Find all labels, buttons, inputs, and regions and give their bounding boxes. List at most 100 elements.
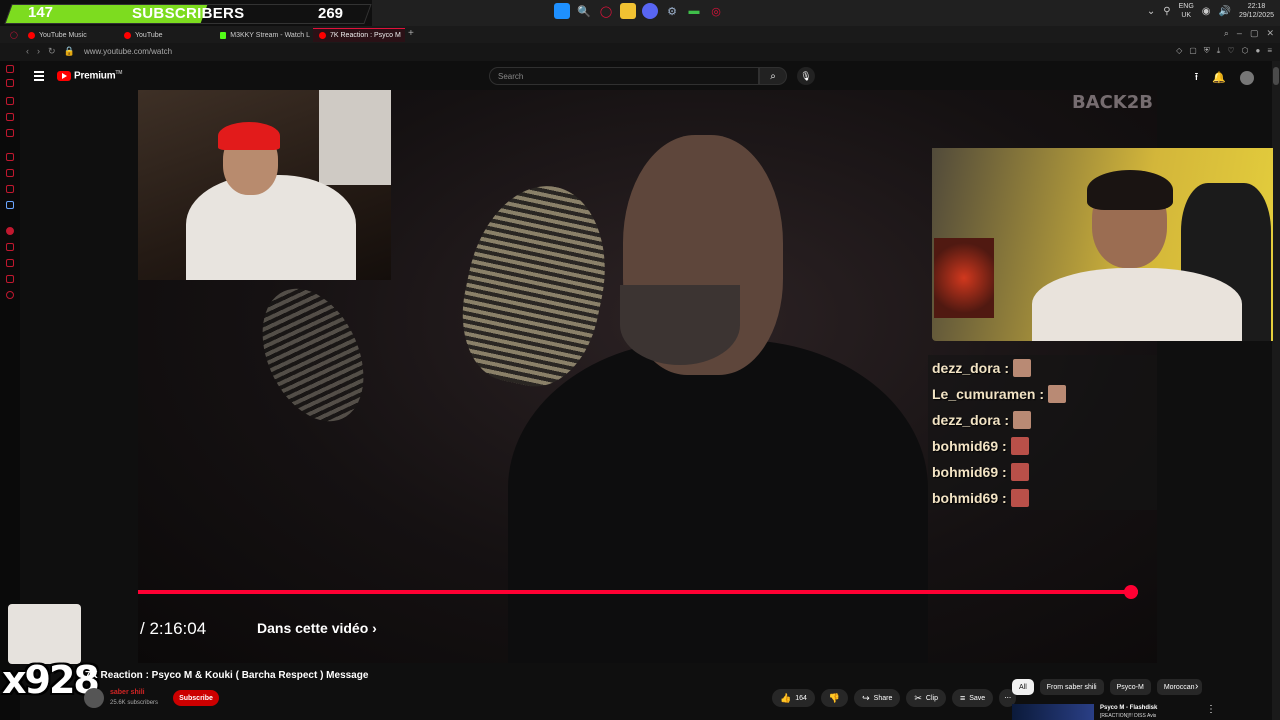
taskbar-apps: 🔍 ◯ ⚙ ▬ ◎ (554, 3, 724, 19)
voice-search-button[interactable]: 🎙 (797, 67, 815, 85)
new-tab-button[interactable]: + (408, 28, 414, 39)
url-field[interactable]: www.youtube.com/watch (84, 47, 172, 56)
profile-icon[interactable]: ● (1255, 46, 1260, 56)
sidebar-gx-control-icon[interactable] (6, 65, 14, 73)
steam-icon[interactable]: ⚙ (664, 3, 680, 19)
chevron-up-icon[interactable]: ⌄ (1147, 6, 1155, 17)
sidebar-record-icon[interactable] (6, 227, 14, 235)
facecam-right (932, 148, 1273, 341)
sidebar-flow-icon[interactable] (6, 275, 14, 283)
download-icon[interactable]: ⤓ (1217, 46, 1221, 56)
chat-message: Le_cumuramen : (928, 381, 1157, 407)
obs-icon[interactable]: ▬ (686, 3, 702, 19)
more-vert-icon[interactable]: ⋮ (1206, 704, 1216, 715)
search-input[interactable]: Search (489, 67, 759, 85)
opera-gx-icon[interactable]: ◎ (708, 3, 724, 19)
subscribe-button[interactable]: Subscribe (173, 690, 219, 706)
sidebar-messenger-icon[interactable] (6, 153, 14, 161)
bookmark-icon[interactable]: ◇ (1176, 46, 1182, 56)
youtube-icon (319, 32, 326, 39)
tab-active-video[interactable]: 7K Reaction : Psyco M (313, 28, 405, 42)
emote-icon (1048, 385, 1067, 403)
minimize-icon[interactable]: – (1237, 28, 1242, 39)
recommendation-title[interactable]: Psyco M - Flashdisk (1100, 705, 1157, 711)
header-actions: ⭱ 🔔 (1194, 68, 1254, 87)
search-button[interactable]: ⌕ (759, 67, 787, 85)
clip-button[interactable]: ✂ Clip (906, 689, 946, 707)
sidebar-settings-icon[interactable] (6, 291, 14, 299)
recommendation-subtitle: [REACTION]!!! DISS Avis (1100, 713, 1157, 719)
progress-bar[interactable] (138, 585, 1138, 599)
like-button[interactable]: 👍 164 (772, 689, 815, 707)
scrollbar-thumb[interactable] (1273, 67, 1279, 85)
share-button[interactable]: ↪ Share (854, 689, 901, 707)
save-button[interactable]: ≡ Save (951, 689, 994, 707)
close-icon[interactable]: ✕ (1266, 28, 1274, 39)
sidebar-instagram-icon[interactable] (6, 129, 14, 137)
extensions-icon[interactable]: ⬡ (1242, 46, 1249, 56)
chat-message: dezz_dora : (928, 407, 1157, 433)
discord-icon[interactable] (642, 3, 658, 19)
sidebar-music-icon[interactable] (6, 113, 14, 121)
nav-buttons: ‹ › ↻ 🔒 (26, 46, 75, 57)
sidebar-player-icon[interactable] (6, 243, 14, 251)
account-avatar[interactable] (1240, 70, 1254, 85)
tab-kick-stream[interactable]: M3KKY Stream - Watch L (214, 28, 310, 42)
page-scrollbar[interactable] (1272, 61, 1280, 720)
easy-setup-icon[interactable]: ≡ (1267, 46, 1272, 56)
tab-youtube-music[interactable]: YouTube Music (22, 28, 117, 42)
maximize-icon[interactable]: ▢ (1250, 28, 1259, 39)
subscriber-goal: 269 (318, 5, 344, 22)
browser-tools: ◇ ▢ ⛨ ⤓ ♡ ⬡ ● ≡ (1176, 46, 1272, 56)
menu-icon[interactable] (34, 71, 44, 83)
streamer-left-body (186, 175, 356, 280)
wifi-icon[interactable]: ◉ (1202, 6, 1211, 17)
windows-start-icon[interactable] (554, 3, 570, 19)
opera-icon[interactable]: ◯ (598, 3, 614, 19)
snapshot-icon[interactable]: ▢ (1189, 46, 1197, 56)
channel-avatar[interactable] (84, 688, 104, 708)
network-icon[interactable]: ⚲ (1163, 6, 1170, 17)
sidebar-bluesky-icon[interactable] (6, 201, 14, 209)
chip-all[interactable]: All (1012, 679, 1034, 695)
emote-icon (1010, 463, 1029, 481)
forward-icon[interactable]: › (37, 46, 40, 57)
subscriber-current: 147 (28, 4, 54, 21)
heart-icon[interactable]: ♡ (1227, 46, 1234, 56)
chevron-right-icon[interactable]: › (1195, 681, 1198, 692)
progress-bar-fill (138, 590, 1131, 594)
scrubber-handle[interactable] (1124, 585, 1138, 599)
chip-psyco-m[interactable]: Psyco-M (1109, 679, 1151, 695)
dislike-button[interactable]: 👎 (820, 689, 849, 707)
channel-name[interactable]: saber shili (110, 689, 145, 696)
clock[interactable]: 22:18 29/12/2025 (1239, 2, 1274, 20)
sidebar-whatsapp-icon[interactable] (6, 169, 14, 177)
emote-icon (1013, 411, 1032, 429)
sidebar-twitch-icon[interactable] (6, 97, 14, 105)
shield-icon[interactable]: ⛨ (1204, 46, 1210, 56)
save-playlist-icon: ≡ (959, 693, 966, 703)
reload-icon[interactable]: ↻ (48, 46, 56, 57)
search-tabs-icon[interactable]: ⌕ (1224, 28, 1229, 39)
back-icon[interactable]: ‹ (26, 46, 29, 57)
recommendation-thumbnail[interactable] (1012, 704, 1094, 720)
sidebar-x-icon[interactable] (6, 185, 14, 193)
opera-menu-icon[interactable]: ◯ (4, 28, 18, 42)
chip-from-channel[interactable]: From saber shili (1039, 679, 1104, 695)
video-title: 7K Reaction : Psyco M & Kouki ( Barcha R… (85, 670, 369, 681)
notifications-bell-icon[interactable]: 🔔 (1212, 71, 1226, 84)
volume-icon[interactable]: 🔊 (1219, 6, 1231, 17)
chapters-button[interactable]: Dans cette vidéo › (257, 620, 377, 636)
sidebar-clock-icon[interactable] (6, 259, 14, 267)
emote-icon (1013, 359, 1032, 377)
youtube-play-icon (57, 70, 71, 81)
tab-youtube[interactable]: YouTube (118, 28, 213, 42)
folder-icon[interactable] (620, 3, 636, 19)
upload-icon[interactable]: ⭱ (1194, 68, 1198, 87)
sidebar-history-icon[interactable] (6, 79, 14, 87)
youtube-premium-logo[interactable]: PremiumTM (57, 70, 122, 81)
streamer-right-hair (1087, 170, 1173, 210)
search-icon[interactable]: 🔍 (576, 3, 592, 19)
address-bar: ‹ › ↻ 🔒 www.youtube.com/watch ◇ ▢ ⛨ ⤓ ♡ … (0, 43, 1280, 61)
language-indicator[interactable]: ENG UK (1179, 2, 1194, 20)
